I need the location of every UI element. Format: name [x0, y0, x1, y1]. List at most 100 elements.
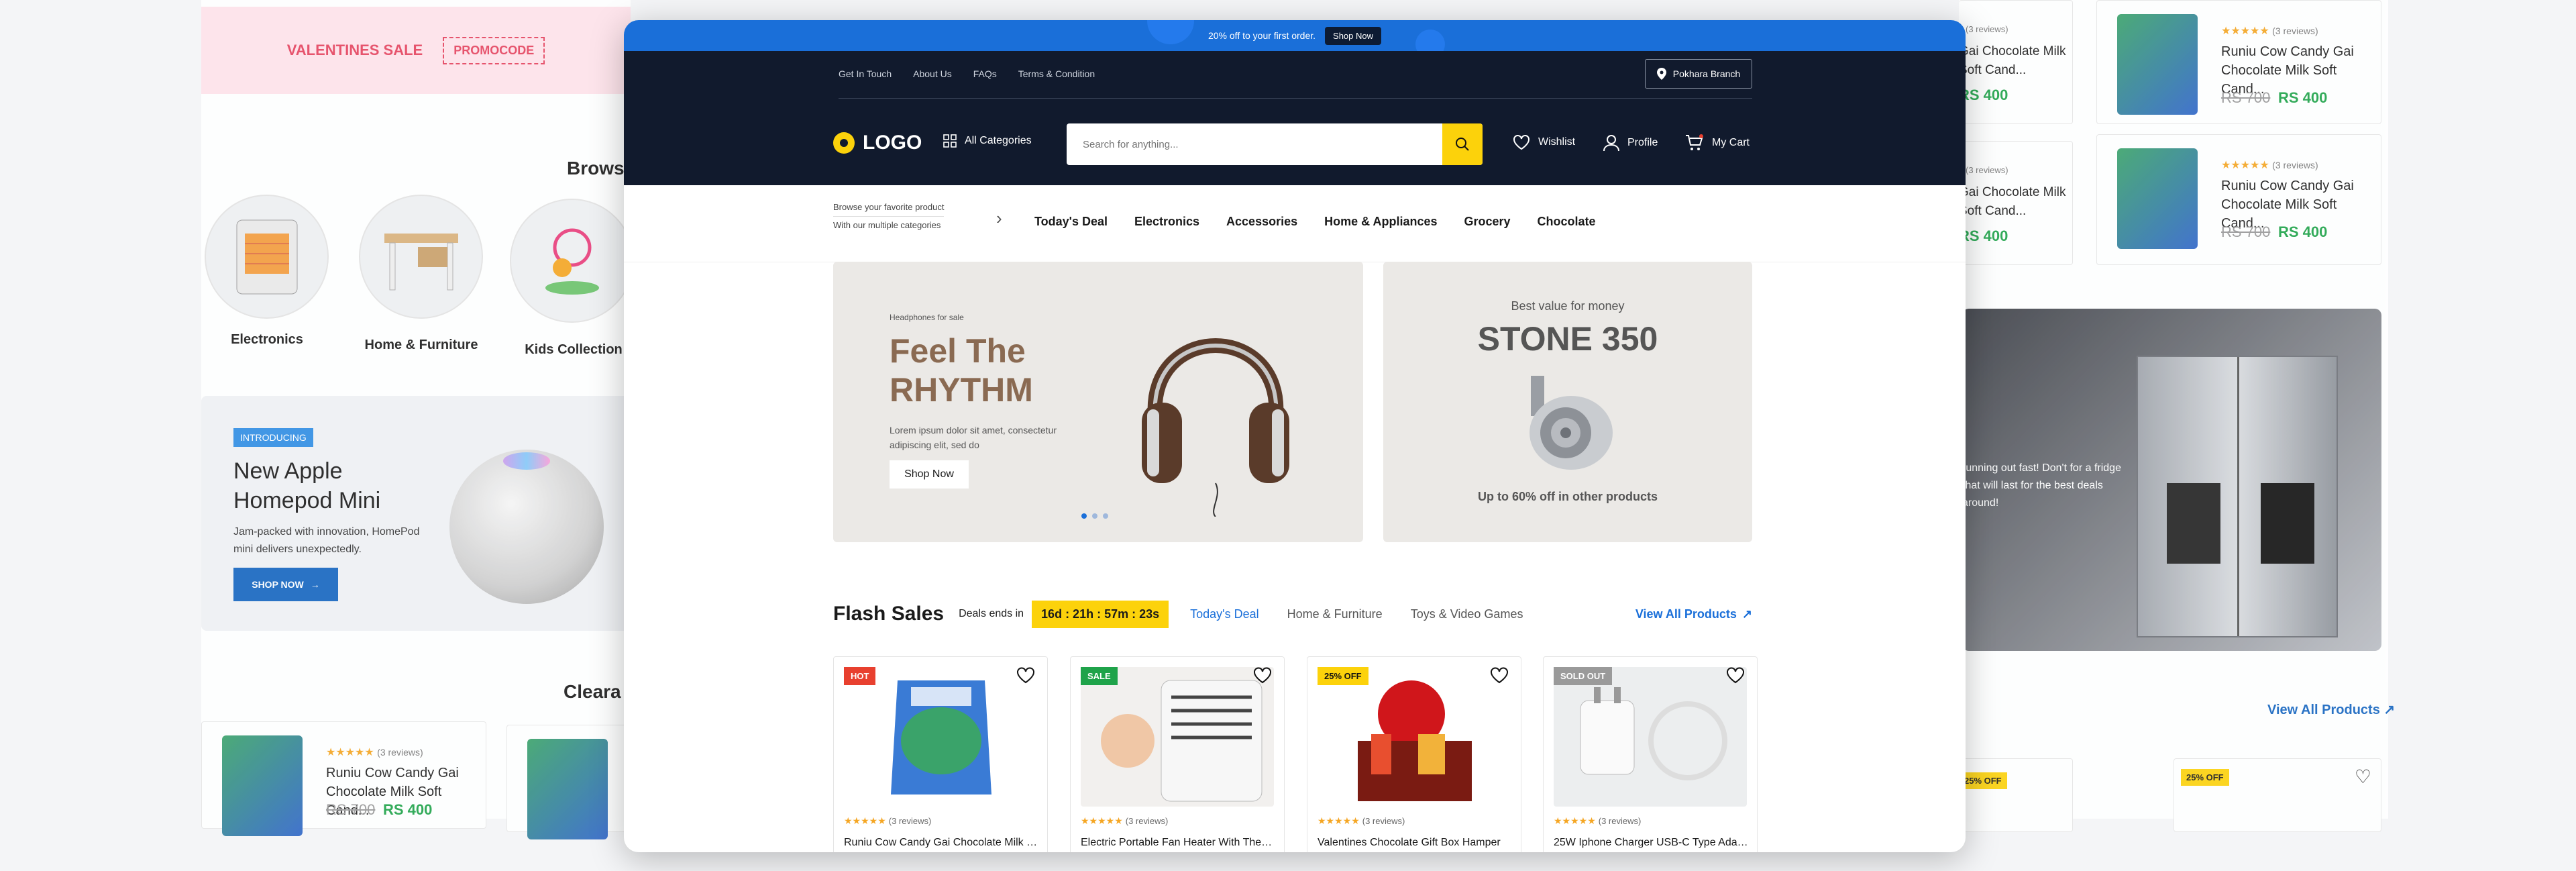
fan-heater-image	[1081, 667, 1274, 807]
review-count: (3 reviews)	[1966, 165, 2008, 175]
view-all-products-link[interactable]: View All Products ↗	[1635, 607, 1752, 621]
review-count: (3 reviews)	[377, 747, 423, 758]
review-count: (3 reviews)	[1125, 816, 1169, 826]
tab-home-furniture[interactable]: Home & Furniture	[1287, 607, 1383, 621]
speaker-title: STONE 350	[1477, 320, 1658, 358]
promocode-badge[interactable]: PROMOCODE	[443, 36, 545, 64]
cart-button[interactable]: My Cart	[1685, 134, 1750, 152]
carousel-dot[interactable]	[1092, 513, 1097, 519]
hero-kicker: Headphones for sale	[890, 313, 964, 322]
site-logo[interactable]: LOGO	[833, 132, 922, 154]
valentines-sale-banner[interactable]: VALENTINES SALE PROMOCODE	[201, 7, 631, 94]
discount-tag: 25% OFF	[2181, 769, 2229, 786]
product-card-partial[interactable]: 25% OFF	[1959, 758, 2073, 832]
product-tag: SOLD OUT	[1554, 667, 1613, 685]
review-count: (3 reviews)	[2272, 160, 2318, 170]
clearance-heading: Cleara	[564, 681, 621, 702]
carousel-dot-active[interactable]	[1081, 513, 1087, 519]
product-card[interactable]: ★★★★★ (3 reviews) Runiu Cow Candy Gai Ch…	[2096, 134, 2381, 265]
carousel-dot[interactable]	[1103, 513, 1108, 519]
category-home-furniture-image[interactable]	[359, 195, 483, 319]
product-name[interactable]: Valentines Chocolate Gift Box Hamper	[1318, 837, 1512, 849]
branch-selector[interactable]: Pokhara Branch	[1645, 59, 1752, 89]
get-in-touch-link[interactable]: Get In Touch	[839, 68, 892, 79]
promo-text: 20% off to your first order.	[1208, 30, 1316, 41]
heart-icon[interactable]: ♡	[2355, 766, 2371, 788]
logo-mark-icon	[833, 132, 855, 154]
profile-button[interactable]: Profile	[1603, 134, 1658, 152]
tab-toys-video-games[interactable]: Toys & Video Games	[1411, 607, 1523, 621]
nav-chocolate[interactable]: Chocolate	[1538, 215, 1596, 229]
heart-icon[interactable]	[1253, 666, 1272, 687]
homepod-shop-now-button[interactable]: SHOP NOW →	[233, 568, 338, 601]
nav-home-appliances[interactable]: Home & Appliances	[1324, 215, 1437, 229]
rating-stars: ★★★★★ (3 reviews)	[2221, 160, 2318, 171]
hero-shop-now-button[interactable]: Shop Now	[890, 460, 969, 489]
nav-electronics[interactable]: Electronics	[1134, 215, 1199, 229]
carousel-dots[interactable]	[1081, 513, 1108, 519]
header-divider	[839, 98, 1752, 99]
search-input[interactable]	[1067, 123, 1442, 165]
search-button[interactable]	[1442, 123, 1483, 165]
arrow-up-right-icon: ↗	[1741, 607, 1752, 621]
about-us-link[interactable]: About Us	[913, 68, 952, 79]
new-price: RS 400	[2278, 223, 2328, 240]
category-home-furniture-label[interactable]: Home & Furniture	[341, 338, 502, 353]
category-electronics-label[interactable]: Electronics	[186, 332, 347, 348]
headphones-image	[1142, 338, 1289, 517]
speaker-image	[1529, 376, 1613, 470]
wishlist-label: Wishlist	[1538, 136, 1576, 148]
speaker-hero-banner[interactable]: Best value for money STONE 350 Up to 60%…	[1383, 262, 1752, 542]
rating-stars: ★★★★★ (3 reviews)	[844, 815, 932, 826]
cart-label: My Cart	[1712, 137, 1750, 148]
product-card-partial[interactable]: 25% OFF ♡	[2174, 758, 2381, 832]
product-card[interactable]: 25% OFF ★★★★★ (3 reviews) Valentines Choc…	[1307, 656, 1521, 852]
heater-icon	[236, 219, 297, 294]
chocolate-gift-box-image	[1318, 667, 1511, 807]
clearance-product-card[interactable]: ★★★★★ (3 reviews) Runiu Cow Candy Gai Ch…	[201, 721, 486, 836]
fridge-promo-text: running out fast! Don't for a fridge tha…	[1962, 462, 2121, 509]
tab-todays-deal[interactable]: Today's Deal	[1190, 607, 1259, 621]
new-price: RS 400	[1959, 227, 2008, 244]
product-name[interactable]: Gai Chocolate Milk Soft Cand...	[1959, 183, 2073, 221]
fridge-promo-banner[interactable]: running out fast! Don't for a fridge tha…	[1962, 309, 2381, 651]
heart-icon[interactable]	[1016, 666, 1035, 687]
promo-shop-now-button[interactable]: Shop Now	[1325, 26, 1382, 45]
heart-icon[interactable]	[1726, 666, 1745, 687]
all-categories-button[interactable]: All Categories	[943, 134, 1032, 148]
candy-pack-image	[527, 739, 608, 839]
faqs-link[interactable]: FAQs	[973, 68, 997, 79]
product-card[interactable]: SOLD OUT ★★★★★ (3 reviews) 25W Iphone Cha…	[1543, 656, 1758, 852]
search-bar	[1067, 123, 1483, 165]
product-card-partial[interactable]: (3 reviews) Gai Chocolate Milk Soft Cand…	[1959, 141, 2073, 265]
category-kids-collection-image[interactable]	[510, 199, 634, 323]
nav-grocery[interactable]: Grocery	[1464, 215, 1510, 229]
nav-todays-deal[interactable]: Today's Deal	[1034, 215, 1108, 229]
product-name[interactable]: Runiu Cow Candy Gai Chocolate Milk Soft …	[844, 837, 1038, 849]
product-name[interactable]: Electric Portable Fan Heater With Thermo…	[1081, 837, 1275, 849]
nav-accessories[interactable]: Accessories	[1226, 215, 1297, 229]
product-card[interactable]: HOT ★★★★★ (3 reviews) Runiu Cow Candy Gai…	[833, 656, 1048, 852]
product-name[interactable]: Gai Chocolate Milk Soft Cand...	[1959, 42, 2073, 80]
headphones-hero-banner[interactable]: Headphones for sale Feel The RHYTHM Lore…	[833, 262, 1363, 542]
product-card[interactable]: SALE ★★★★★ (3 reviews) Electric Portable …	[1070, 656, 1285, 852]
product-card[interactable]: ★★★★★ (3 reviews) Runiu Cow Candy Gai Ch…	[2096, 0, 2381, 124]
clearance-product-card[interactable]	[506, 725, 627, 839]
old-price: RS 700	[2221, 89, 2271, 106]
product-name[interactable]: 25W Iphone Charger USB-C Type Adapter	[1554, 837, 1748, 849]
view-all-products-link[interactable]: View All Products ↗	[2267, 701, 2395, 718]
top-links: Get In Touch About Us FAQs Terms & Condi…	[839, 68, 1095, 79]
rating-stars: ★★★★★ (3 reviews)	[2221, 25, 2318, 37]
product-tag: HOT	[844, 667, 876, 685]
product-card-partial[interactable]: (3 reviews) Gai Chocolate Milk Soft Cand…	[1959, 0, 2073, 124]
product-tag: 25% OFF	[1318, 667, 1368, 685]
candy-pack-image	[2117, 148, 2198, 249]
browse-categories-hint: Browse your favorite product With our mu…	[833, 199, 945, 234]
chevron-right-icon[interactable]: ›	[996, 208, 1002, 229]
heart-icon[interactable]	[1490, 666, 1509, 687]
rating-stars: ★★★★★ (3 reviews)	[1318, 815, 1405, 826]
wishlist-button[interactable]: Wishlist	[1513, 134, 1575, 150]
terms-link[interactable]: Terms & Condition	[1018, 68, 1095, 79]
category-electronics-image[interactable]	[205, 195, 329, 319]
candy-pack-image	[844, 667, 1037, 807]
